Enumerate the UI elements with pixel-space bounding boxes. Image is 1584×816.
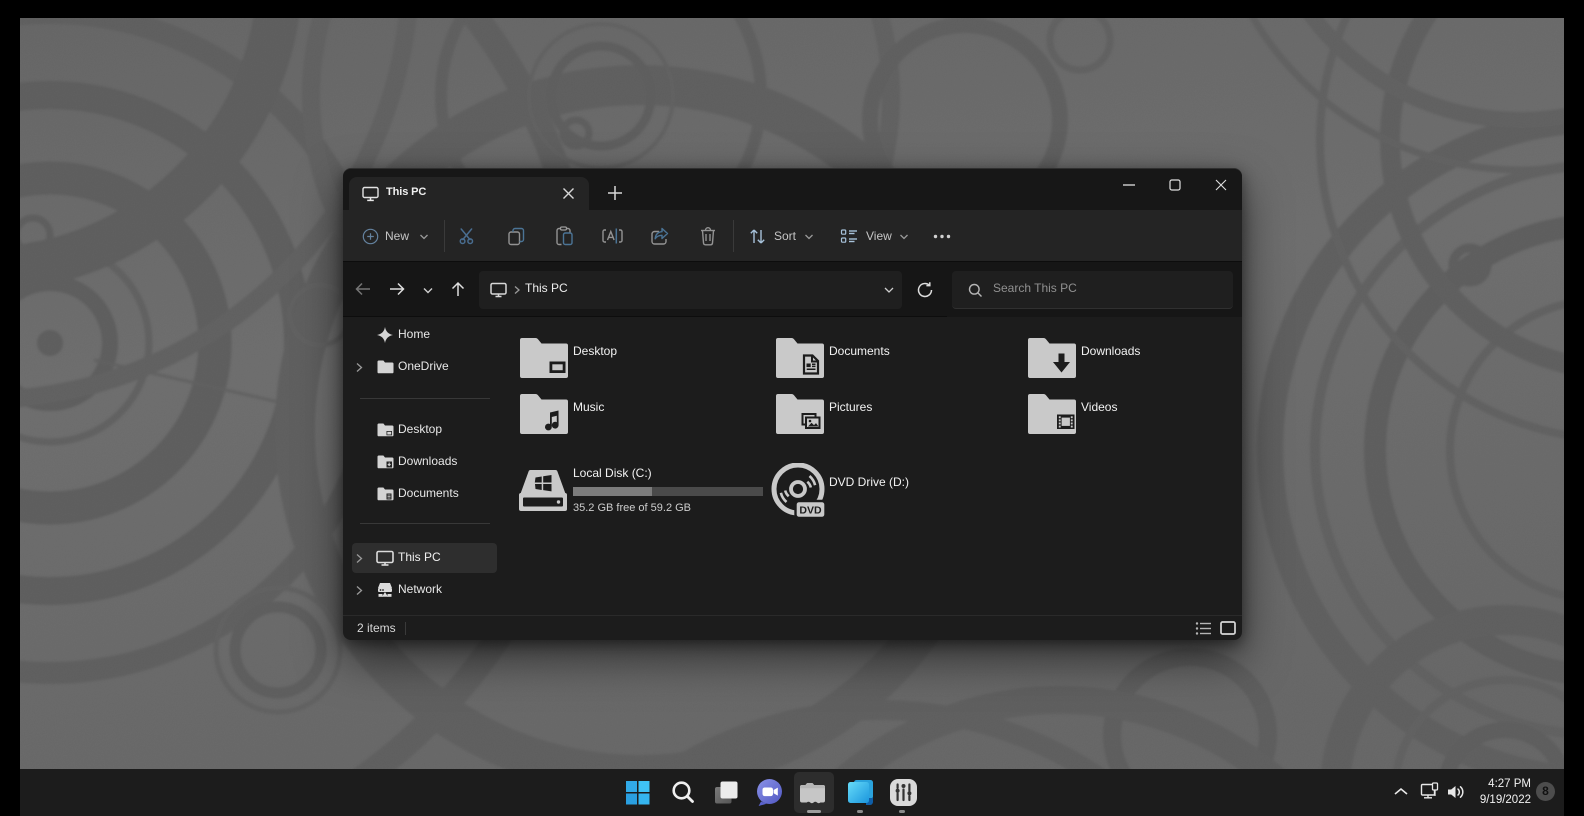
svg-text:DVD: DVD	[799, 505, 822, 517]
